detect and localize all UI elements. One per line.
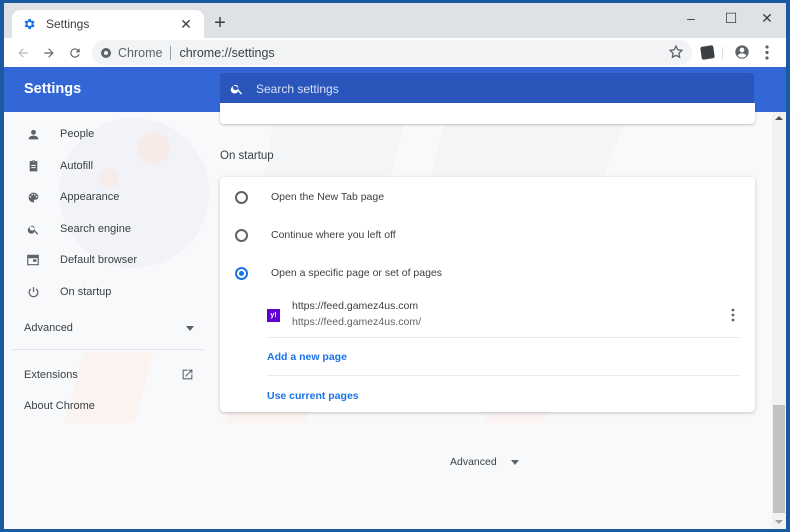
browser-window: Settings ✕ + – ☐ ✕ Chrome chrome://setti… (4, 3, 786, 529)
open-in-new-icon (182, 369, 193, 380)
scroll-down-arrow-icon[interactable] (775, 520, 783, 524)
more-actions-icon[interactable] (726, 307, 740, 323)
sidebar-extensions-label: Extensions (24, 368, 78, 381)
more-vert-icon[interactable] (762, 44, 772, 61)
scroll-up-arrow-icon[interactable] (775, 116, 783, 120)
on-startup-card: Open the New Tab page Continue where you… (220, 177, 755, 412)
address-bar[interactable]: Chrome chrome://settings (92, 40, 692, 65)
sidebar-item-label: Autofill (60, 160, 94, 172)
sidebar-item-default-browser[interactable]: Default browser (4, 246, 204, 274)
search-icon (26, 222, 40, 236)
reload-icon (70, 47, 80, 58)
reload-button[interactable] (62, 40, 88, 66)
sidebar-item-label: Default browser (60, 254, 138, 266)
close-window-button[interactable]: ✕ (750, 7, 784, 29)
radio-option-specific-pages[interactable]: Open a specific page or set of pages (220, 255, 755, 291)
previous-section-card (220, 103, 755, 124)
sidebar-item-label: On startup (60, 286, 112, 298)
back-button[interactable] (10, 40, 36, 66)
advanced-label: Advanced (450, 456, 497, 468)
toolbar: Chrome chrome://settings (4, 38, 786, 67)
add-new-page-link[interactable]: Add a new page (267, 351, 347, 363)
gear-icon (24, 18, 35, 30)
advanced-toggle-button[interactable]: Advanced (450, 456, 519, 468)
scrollbar-thumb[interactable] (773, 405, 785, 513)
sidebar-advanced-label: Advanced (24, 322, 73, 334)
sidebar-item-people[interactable]: People (4, 120, 204, 148)
extension-icon[interactable] (700, 45, 715, 60)
omnibox-separator (170, 45, 172, 60)
sidebar-item-search-engine[interactable]: Search engine (4, 215, 204, 243)
sidebar-divider (12, 349, 204, 350)
vertical-scrollbar[interactable] (772, 112, 786, 529)
sidebar: People Autofill Appearance Search engine… (4, 112, 204, 529)
sidebar-advanced-toggle[interactable]: Advanced (24, 322, 194, 334)
bookmark-star-icon[interactable] (668, 44, 684, 60)
sidebar-extensions-link[interactable]: Extensions (24, 368, 194, 381)
startup-page-entry: y! https://feed.gamez4us.com https://fee… (267, 297, 740, 335)
search-icon (230, 84, 243, 95)
card-divider (267, 375, 740, 376)
radio-button[interactable] (235, 228, 248, 242)
caret-down-icon (186, 325, 194, 331)
maximize-button[interactable]: ☐ (714, 7, 748, 29)
page-title: Settings (24, 81, 82, 97)
caret-down-icon (510, 459, 519, 465)
startup-page-url: https://feed.gamez4us.com/ (292, 316, 421, 328)
radio-label: Continue where you left off (271, 229, 396, 241)
arrow-right-icon (44, 47, 54, 58)
sidebar-about-label: About Chrome (24, 400, 95, 412)
radio-option-new-tab[interactable]: Open the New Tab page (220, 179, 755, 215)
profile-avatar-icon[interactable] (734, 44, 750, 60)
radio-button[interactable] (235, 190, 248, 204)
person-icon (26, 127, 40, 141)
site-label: Chrome (118, 45, 163, 60)
toolbar-separator (722, 47, 723, 59)
section-title: On startup (220, 150, 274, 162)
arrow-left-icon (18, 47, 28, 58)
tab-strip: Settings ✕ + – ☐ ✕ (4, 3, 786, 38)
radio-label: Open the New Tab page (271, 191, 385, 203)
sidebar-item-label: People (60, 128, 95, 140)
chrome-logo-icon (101, 47, 111, 58)
sidebar-about-chrome-link[interactable]: About Chrome (24, 400, 194, 412)
card-divider (267, 337, 740, 338)
minimize-button[interactable]: – (674, 7, 708, 29)
browser-window-icon (26, 253, 40, 267)
sidebar-item-label: Appearance (60, 191, 120, 203)
radio-option-continue[interactable]: Continue where you left off (220, 217, 755, 253)
site-favicon-icon: y! (267, 309, 280, 322)
tab-settings[interactable]: Settings ✕ (12, 10, 204, 38)
search-input[interactable] (256, 82, 736, 96)
sidebar-item-label: Search engine (60, 223, 131, 235)
use-current-pages-link[interactable]: Use current pages (267, 390, 359, 402)
sidebar-item-appearance[interactable]: Appearance (4, 183, 204, 211)
power-icon (26, 285, 40, 299)
forward-button[interactable] (36, 40, 62, 66)
tab-title: Settings (46, 17, 90, 31)
search-settings-box[interactable] (220, 73, 754, 105)
sidebar-item-autofill[interactable]: Autofill (4, 152, 204, 180)
radio-label: Open a specific page or set of pages (271, 267, 443, 279)
sidebar-item-on-startup[interactable]: On startup (4, 278, 204, 306)
new-tab-button[interactable]: + (209, 13, 231, 35)
url-text[interactable]: chrome://settings (179, 46, 274, 60)
tab-close-icon[interactable]: ✕ (178, 16, 194, 33)
clipboard-icon (26, 159, 40, 173)
radio-button-checked[interactable] (235, 266, 248, 280)
palette-icon (26, 190, 40, 204)
startup-page-title: https://feed.gamez4us.com (292, 300, 419, 312)
